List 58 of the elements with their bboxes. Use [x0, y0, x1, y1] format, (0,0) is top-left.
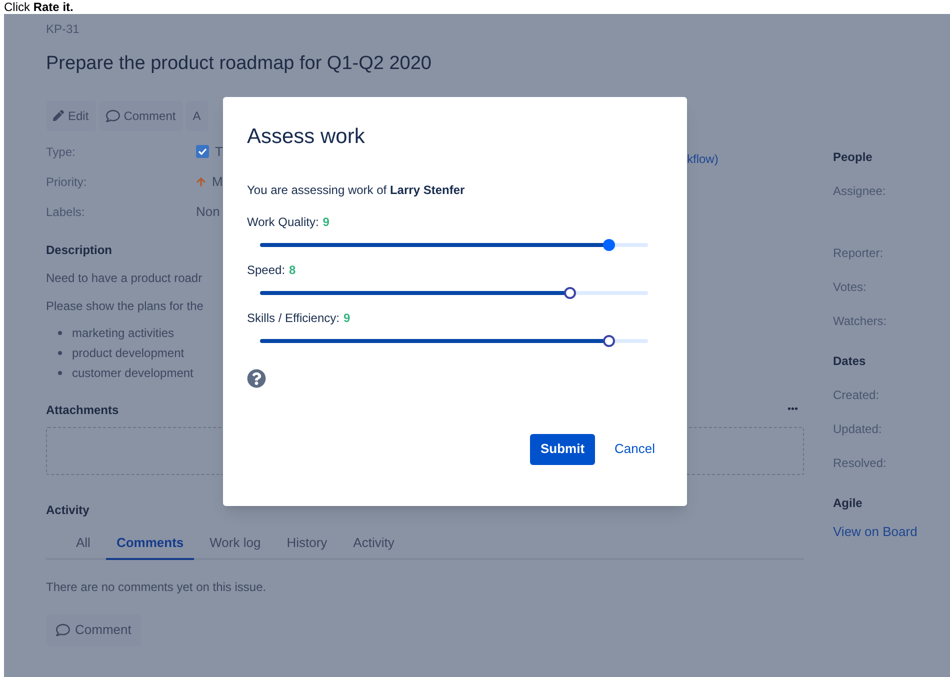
- activity-tab[interactable]: History: [276, 532, 338, 558]
- field-label: Labels:: [46, 204, 86, 220]
- comment-icon: [56, 623, 70, 637]
- activity-tab[interactable]: Work log: [200, 532, 271, 558]
- bullet-icon: [58, 350, 62, 354]
- comment-icon: [106, 108, 120, 122]
- help-icon[interactable]: [247, 368, 266, 388]
- list-item: marketing activities: [72, 324, 174, 342]
- sidebar-heading: Dates: [833, 353, 867, 370]
- section-heading: Activity: [46, 502, 90, 518]
- field-value: M: [212, 172, 223, 191]
- sidebar-label: Resolved:: [833, 455, 888, 472]
- cancel-button[interactable]: Cancel: [614, 439, 655, 459]
- field-label: Type:: [46, 144, 76, 160]
- slider-label: Skills / Efficiency:: [247, 310, 340, 326]
- slider-reading: 8: [289, 262, 296, 278]
- slider-label: Work Quality:: [247, 214, 319, 230]
- field-label: Priority:: [46, 174, 88, 190]
- workflow-link[interactable]: kflow): [687, 150, 718, 168]
- activity-tab[interactable]: Comments: [106, 532, 194, 560]
- slider-thumb[interactable]: [564, 286, 576, 298]
- field-value: T: [215, 142, 223, 161]
- section-heading: Attachments: [46, 402, 119, 418]
- arrow-up-icon: [196, 176, 206, 186]
- activity-tab[interactable]: All: [66, 532, 100, 558]
- sidebar-label: Updated:: [833, 421, 883, 438]
- sidebar-label: Assignee:: [833, 183, 887, 200]
- bullet-icon: [58, 330, 62, 334]
- assess-intro: You are assessing work of Larry Stenfer: [247, 182, 466, 198]
- field-value: Non: [196, 202, 220, 221]
- sidebar-label: Created:: [833, 387, 880, 404]
- slider-reading: 9: [343, 310, 350, 326]
- issue-key: KP-31: [46, 20, 80, 38]
- more-button[interactable]: •••: [787, 402, 804, 417]
- sidebar-label: Watchers:: [833, 313, 888, 330]
- description-text: Please show the plans for the: [46, 298, 204, 314]
- description-text: Need to have a product roadr: [46, 270, 202, 286]
- submit-button[interactable]: Submit: [530, 434, 595, 464]
- issue-title: Prepare the product roadmap for Q1-Q2 2020: [46, 52, 432, 76]
- slider-label: Speed:: [247, 262, 286, 278]
- pencil-icon: [53, 110, 64, 121]
- sidebar-heading: Agile: [833, 495, 864, 512]
- list-item: customer development: [72, 364, 194, 382]
- sidebar-label: Reporter:: [833, 245, 884, 262]
- activity-tab[interactable]: Activity: [343, 532, 404, 558]
- bullet-icon: [58, 370, 62, 374]
- view-board-link[interactable]: View on Board: [833, 522, 918, 542]
- list-item: product development: [72, 344, 184, 362]
- instruction-text: Click Rate it.: [4, 0, 74, 14]
- empty-message: There are no comments yet on this issue.: [46, 579, 266, 596]
- sidebar-heading: People: [833, 149, 874, 166]
- slider-reading: 9: [322, 214, 330, 230]
- sidebar-label: Votes:: [833, 279, 868, 296]
- slider-thumb[interactable]: [603, 334, 616, 346]
- section-heading: Description: [46, 242, 112, 258]
- checkbox-icon: [196, 145, 209, 158]
- dialog-title: Assess work: [247, 124, 366, 150]
- slider-thumb[interactable]: [603, 238, 616, 250]
